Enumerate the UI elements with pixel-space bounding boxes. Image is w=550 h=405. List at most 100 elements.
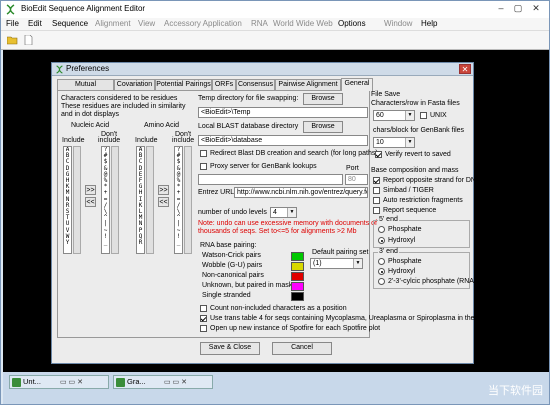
dialog-title: Preferences bbox=[66, 64, 110, 73]
proxy-port-field[interactable]: 80 bbox=[345, 174, 368, 185]
spotfire-checkbox[interactable] bbox=[200, 325, 207, 332]
wobble-color-swatch[interactable] bbox=[291, 262, 304, 271]
default-pairing-select[interactable]: (1) ▼ bbox=[310, 258, 363, 269]
tab-covariation[interactable]: Covariation bbox=[114, 79, 155, 90]
menu-view[interactable]: View bbox=[138, 19, 155, 28]
genbank-chars-select[interactable]: 10 ▼ bbox=[373, 137, 415, 148]
maximize-button[interactable]: ▢ bbox=[511, 2, 525, 14]
cancel-button[interactable]: Cancel bbox=[272, 342, 332, 355]
unknown-color-swatch[interactable] bbox=[291, 282, 304, 291]
na-include-list[interactable]: A B C D G H K M N R S T U V W Y bbox=[63, 146, 72, 254]
report-sequence-checkbox[interactable] bbox=[373, 207, 380, 214]
redirect-blast-checkbox[interactable] bbox=[200, 150, 207, 157]
menu-window[interactable]: Window bbox=[384, 19, 412, 28]
menu-alignment[interactable]: Alignment bbox=[95, 19, 131, 28]
minimized-window-label: Gra... bbox=[127, 377, 146, 386]
close-button[interactable]: ✕ bbox=[529, 2, 543, 14]
unix-checkbox[interactable] bbox=[420, 112, 427, 119]
save-close-button[interactable]: Save & Close bbox=[200, 342, 260, 355]
general-panel: Characters considered to be residues The… bbox=[57, 90, 491, 338]
end3-hydroxyl-radio[interactable] bbox=[378, 268, 385, 275]
blast-dir-field[interactable]: <BioEdit>\database bbox=[198, 135, 368, 146]
dialog-title-bar: Preferences ✕ bbox=[52, 63, 473, 76]
verify-revert-checkbox[interactable] bbox=[375, 151, 382, 158]
tab-potential-pairings[interactable]: Potential Pairings bbox=[155, 79, 212, 90]
entrez-url-field[interactable]: http://www.ncbi.nlm.nih.gov/entrez/query… bbox=[234, 187, 368, 198]
tab-pairwise-alignment[interactable]: Pairwise Alignment bbox=[275, 79, 341, 90]
simbad-checkbox[interactable] bbox=[373, 187, 380, 194]
undo-note-2: thousands of seqs. Set to<=5 for alignme… bbox=[198, 228, 357, 235]
tab-general[interactable]: General bbox=[341, 78, 373, 91]
minimize-button[interactable]: – bbox=[494, 2, 508, 14]
menu-file[interactable]: File bbox=[6, 19, 19, 28]
aa-exclude-list[interactable]: ? # $ & @ % * + = / \ ^ | ~ ! _ bbox=[174, 146, 183, 254]
tab-consensus[interactable]: Consensus bbox=[236, 79, 275, 90]
end3-cyclic-radio[interactable] bbox=[378, 278, 385, 285]
na-exclude-scrollbar[interactable] bbox=[111, 146, 119, 254]
residues-desc-3: and in dot displays bbox=[61, 111, 119, 118]
undo-levels-select[interactable]: 4 ▼ bbox=[270, 207, 297, 218]
app-window: BioEdit Sequence Alignment Editor – ▢ ✕ … bbox=[0, 0, 550, 405]
na-move-left-button[interactable]: << bbox=[85, 197, 96, 207]
chevron-down-icon: ▼ bbox=[405, 111, 414, 120]
minimized-window-untitled[interactable]: Unt... ▭ ▭ ✕ bbox=[9, 375, 109, 389]
residues-desc-2: These residues are included in similarit… bbox=[61, 103, 186, 110]
new-document-icon[interactable] bbox=[23, 35, 34, 45]
aa-include-label: Include bbox=[135, 137, 158, 144]
end5-hydroxyl-label: Hydroxyl bbox=[388, 237, 416, 244]
temp-browse-button[interactable]: Browse bbox=[303, 93, 343, 105]
temp-dir-field[interactable]: <BioEdit>\Temp bbox=[198, 107, 368, 118]
menu-edit[interactable]: Edit bbox=[28, 19, 42, 28]
menu-help[interactable]: Help bbox=[421, 19, 437, 28]
restore-icon[interactable]: ▭ ▭ ✕ bbox=[60, 377, 83, 389]
noncanonical-color-swatch[interactable] bbox=[291, 272, 304, 281]
undo-note-1: Note: undo can use excessive memory with… bbox=[198, 220, 377, 227]
menu-options[interactable]: Options bbox=[338, 19, 366, 28]
menu-sequence[interactable]: Sequence bbox=[52, 19, 88, 28]
window-title: BioEdit Sequence Alignment Editor bbox=[21, 4, 146, 13]
rna-row-single: Single stranded bbox=[202, 292, 251, 299]
aa-include-list[interactable]: A B C D E F G H I K L M N P Q R bbox=[136, 146, 145, 254]
menu-www[interactable]: World Wide Web bbox=[273, 19, 333, 28]
rna-pairing-group: RNA base pairing: Watson-Crick pairs Wob… bbox=[198, 242, 368, 302]
rna-row-unknown: Unknown, but paired in mask bbox=[202, 282, 293, 289]
end5-phosphate-radio[interactable] bbox=[378, 226, 385, 233]
tab-orfs[interactable]: ORFs bbox=[212, 79, 236, 90]
na-exclude-list[interactable]: ? # $ & @ % * + = / \ ^ | ~ ! _ bbox=[101, 146, 110, 254]
rna-row-watson-crick: Watson-Crick pairs bbox=[202, 252, 261, 259]
single-stranded-color-swatch[interactable] bbox=[291, 292, 304, 301]
rna-row-noncanonical: Non-canonical pairs bbox=[202, 272, 264, 279]
opposite-strand-checkbox[interactable] bbox=[373, 177, 380, 184]
minimized-window-graph[interactable]: Gra... ▭ ▭ ✕ bbox=[113, 375, 213, 389]
base-comp-title: Base composition and mass bbox=[371, 167, 459, 174]
genbank-chars-value: 10 bbox=[376, 139, 384, 146]
menu-rna[interactable]: RNA bbox=[251, 19, 268, 28]
unix-label: UNIX bbox=[430, 112, 447, 119]
app-dna-icon bbox=[6, 4, 15, 15]
verify-revert-label: Verify revert to saved bbox=[385, 151, 451, 158]
aa-include-scrollbar[interactable] bbox=[146, 146, 154, 254]
end3-phosphate-radio[interactable] bbox=[378, 258, 385, 265]
fasta-row-select[interactable]: 60 ▼ bbox=[373, 110, 415, 121]
aa-move-right-button[interactable]: >> bbox=[158, 185, 169, 195]
menu-accessory[interactable]: Accessory Application bbox=[164, 19, 242, 28]
window-icon bbox=[116, 378, 125, 387]
dialog-close-icon[interactable]: ✕ bbox=[459, 64, 471, 74]
na-include2-label: include bbox=[98, 137, 121, 144]
blast-browse-button[interactable]: Browse bbox=[303, 121, 343, 133]
aa-move-left-button[interactable]: << bbox=[158, 197, 169, 207]
restore-icon[interactable]: ▭ ▭ ✕ bbox=[164, 377, 187, 389]
aa-exclude-scrollbar[interactable] bbox=[184, 146, 192, 254]
end5-hydroxyl-radio[interactable] bbox=[378, 237, 385, 244]
na-include-scrollbar[interactable] bbox=[73, 146, 81, 254]
count-noninc-label: Count non-included characters as a posit… bbox=[210, 305, 347, 312]
proxy-host-field[interactable] bbox=[198, 174, 343, 185]
watson-crick-color-swatch[interactable] bbox=[291, 252, 304, 261]
trans-table-checkbox[interactable] bbox=[200, 315, 207, 322]
na-move-right-button[interactable]: >> bbox=[85, 185, 96, 195]
auto-restriction-checkbox[interactable] bbox=[373, 197, 380, 204]
open-folder-icon[interactable] bbox=[7, 35, 18, 45]
proxy-checkbox[interactable] bbox=[200, 163, 207, 170]
count-noninc-checkbox[interactable] bbox=[200, 305, 207, 312]
tab-mutual-information[interactable]: Mutual Information bbox=[57, 79, 114, 98]
